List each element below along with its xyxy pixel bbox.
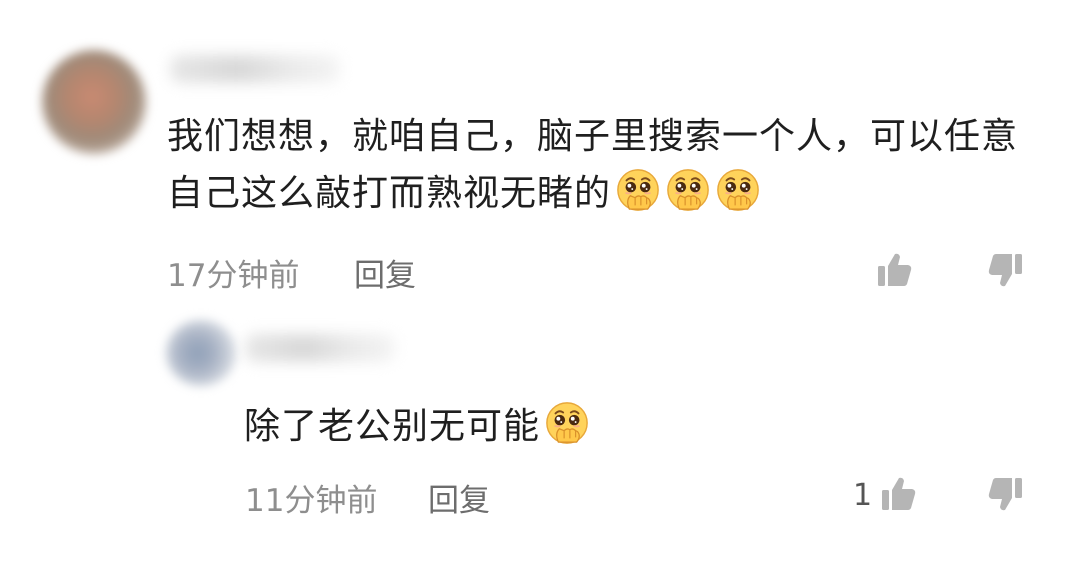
username-blurred[interactable] bbox=[170, 55, 340, 83]
reply-body: 除了老公别无可能 bbox=[244, 398, 944, 455]
thumbs-down-icon[interactable] bbox=[986, 474, 1026, 514]
comment-timestamp: 17分钟前 bbox=[167, 258, 300, 294]
reply-button[interactable]: 回复 bbox=[354, 250, 416, 295]
pleading-cover-mouth-emoji-icon bbox=[715, 167, 761, 213]
reply-text: 除了老公别无可能 bbox=[244, 406, 541, 447]
thumbs-up-icon[interactable] bbox=[874, 250, 914, 290]
pleading-cover-mouth-emoji-icon bbox=[544, 400, 590, 446]
avatar[interactable] bbox=[42, 50, 146, 154]
reply-username-blurred[interactable] bbox=[245, 334, 395, 362]
pleading-cover-mouth-emoji-icon bbox=[615, 167, 661, 213]
thumbs-down-icon[interactable] bbox=[986, 250, 1026, 290]
comment-text: 我们想想，就咱自己，脑子里搜索一个人，可以任意自己这么敲打而熟视无睹的 bbox=[167, 116, 1019, 214]
thumbs-up-icon[interactable] bbox=[878, 474, 918, 514]
pleading-cover-mouth-emoji-icon bbox=[665, 167, 711, 213]
reply-reply-button[interactable]: 回复 bbox=[428, 475, 490, 520]
reply-timestamp: 11分钟前 bbox=[245, 483, 378, 519]
comment-body: 我们想想，就咱自己，脑子里搜索一个人，可以任意自己这么敲打而熟视无睹的 bbox=[167, 108, 1047, 222]
reply-avatar[interactable] bbox=[166, 320, 236, 386]
comment-thread: 我们想想，就咱自己，脑子里搜索一个人，可以任意自己这么敲打而熟视无睹的 17分钟… bbox=[0, 0, 1080, 571]
like-count: 1 bbox=[853, 478, 873, 513]
